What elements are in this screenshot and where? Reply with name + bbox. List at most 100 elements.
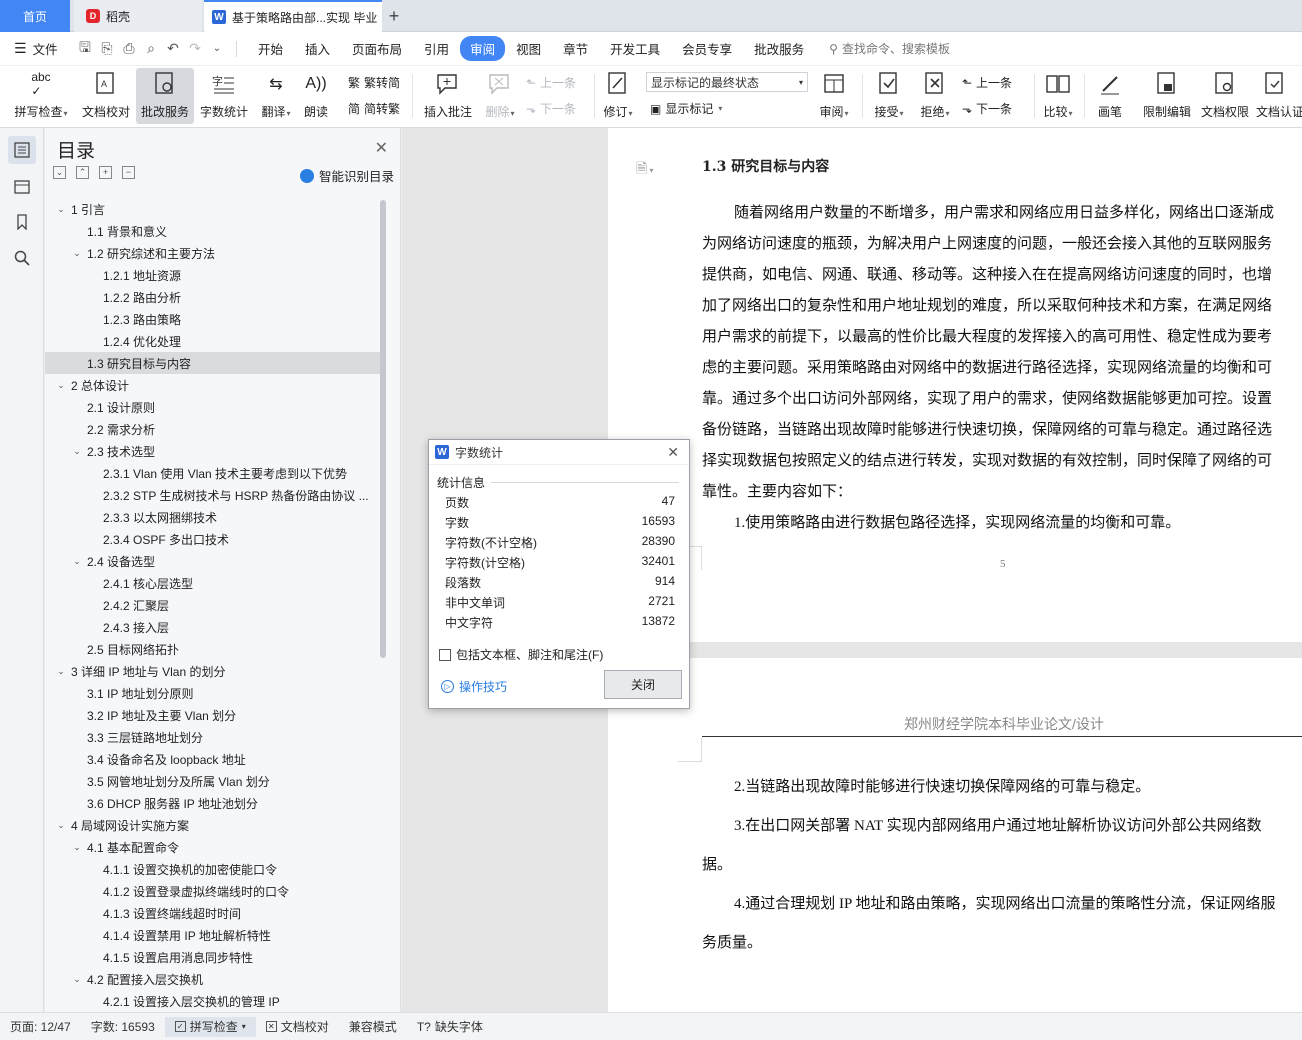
toc-item[interactable]: 1.2.2 路由分析 [45, 286, 381, 308]
command-search[interactable]: ⚲ 查找命令、搜索模板 [829, 40, 950, 57]
menu-section[interactable]: 章节 [552, 39, 599, 58]
restrict-edit-button[interactable]: 限制编辑 [1140, 68, 1194, 124]
menu-revise-service[interactable]: 批改服务 [743, 39, 815, 58]
word-count-indicator[interactable]: 字数: 16593 [81, 1018, 165, 1035]
toc-item[interactable]: 1.3 研究目标与内容 [45, 352, 381, 374]
close-icon[interactable]: ✕ [667, 444, 679, 461]
toc-item[interactable]: 2.3.3 以太网捆绑技术 [45, 506, 381, 528]
outline-panel-icon[interactable] [7, 136, 36, 164]
chevron-down-icon[interactable]: ⌄ [71, 248, 83, 259]
toc-item[interactable]: 3.1 IP 地址划分原则 [45, 682, 381, 704]
collapse-all-icon[interactable]: ⌄ [53, 166, 66, 179]
toc-item[interactable]: 2.4.2 汇聚层 [45, 594, 381, 616]
spell-check-button[interactable]: abc ✓ 拼写检查▾ [8, 68, 74, 124]
menu-view[interactable]: 视图 [505, 39, 552, 58]
export-pdf-icon[interactable]: ⎘ [98, 40, 116, 57]
pen-button[interactable]: 画笔 [1090, 68, 1130, 124]
toc-item[interactable]: 1.2.1 地址资源 [45, 264, 381, 286]
toc-item[interactable]: 1.2.3 路由策略 [45, 308, 381, 330]
proofread-status[interactable]: ✕ 文档校对 [256, 1018, 339, 1035]
delete-comment-button[interactable]: 删除▾ [480, 68, 520, 124]
revise-service-button[interactable]: 批改服务 [136, 68, 194, 124]
tab-home[interactable]: 首页 [0, 0, 70, 32]
print-icon[interactable]: ⎙ [120, 40, 138, 57]
toc-item[interactable]: 2.1 设计原则 [45, 396, 381, 418]
file-menu[interactable]: ☰ 文件 [0, 39, 70, 58]
toc-item[interactable]: 1.2.4 优化处理 [45, 330, 381, 352]
bookmark-icon[interactable] [8, 208, 36, 236]
toc-item[interactable]: 4.1.3 设置终端线超时时间 [45, 902, 381, 924]
paragraph-menu-icon[interactable]: 🗎 ▾ [636, 158, 654, 182]
toc-item[interactable]: ⌄ 2.3 技术选型 [45, 440, 381, 462]
next-change-button[interactable]: ⬎ 下一条 [962, 100, 1012, 117]
toc-item[interactable]: 2.4.3 接入层 [45, 616, 381, 638]
prev-comment-button[interactable]: ⬑ 上一条 [526, 74, 576, 91]
accept-button[interactable]: 接受▾ [868, 68, 910, 124]
word-count-button[interactable]: 字 字数统计 [196, 68, 252, 124]
missing-font-status[interactable]: T? 缺失字体 [407, 1018, 493, 1035]
toc-item[interactable]: 4.1.2 设置登录虚拟终端线时的口令 [45, 880, 381, 902]
smart-toc-button[interactable]: 智能识别目录 [299, 166, 394, 185]
toc-item[interactable]: 3.2 IP 地址及主要 Vlan 划分 [45, 704, 381, 726]
include-textbox-checkbox[interactable]: 包括文本框、脚注和尾注(F) [439, 646, 603, 663]
chevron-down-icon[interactable]: ⌄ [71, 556, 83, 567]
menu-start[interactable]: 开始 [247, 39, 294, 58]
toc-item[interactable]: 4.2.1 设置接入层交换机的管理 IP [45, 990, 381, 1009]
dialog-titlebar[interactable]: W 字数统计 [429, 440, 689, 465]
find-icon[interactable] [8, 244, 36, 272]
next-comment-button[interactable]: ⬎ 下一条 [526, 100, 576, 117]
toc-item[interactable]: 3.4 设备命名及 loopback 地址 [45, 748, 381, 770]
chevron-down-icon[interactable]: ⌄ [55, 820, 67, 831]
toc-item[interactable]: 4.1.5 设置启用消息同步特性 [45, 946, 381, 968]
page-indicator[interactable]: 页面: 12/47 [0, 1018, 81, 1035]
toc-item[interactable]: 2.2 需求分析 [45, 418, 381, 440]
simplified-to-traditional-button[interactable]: 简简转繁 [348, 100, 400, 117]
toc-item[interactable]: ⌄ 2.4 设备选型 [45, 550, 381, 572]
redo-icon[interactable]: ↷ [186, 40, 204, 57]
toc-item[interactable]: 2.3.2 STP 生成树技术与 HSRP 热备份路由协议 ... [45, 484, 381, 506]
toc-item[interactable]: 4.1.4 设置禁用 IP 地址解析特性 [45, 924, 381, 946]
menu-member[interactable]: 会员专享 [671, 39, 743, 58]
print-preview-icon[interactable]: ⌕ [142, 40, 160, 57]
tab-document[interactable]: W 基于策略路由部...实现 毕业论 [204, 0, 382, 32]
menu-page-layout[interactable]: 页面布局 [341, 39, 413, 58]
toc-item[interactable]: ⌄ 4 局域网设计实施方案 [45, 814, 381, 836]
insert-comment-button[interactable]: 插入批注 [420, 68, 476, 124]
proofread-button[interactable]: A 文档校对 [78, 68, 134, 124]
toc-item[interactable]: 4.1.1 设置交换机的加密使能口令 [45, 858, 381, 880]
toc-item[interactable]: 2.4.1 核心层选型 [45, 572, 381, 594]
document-page[interactable]: 郑州财经学院本科毕业论文/设计 2.当链路出现故障时能够进行快速切换保障网络的可… [608, 658, 1302, 1018]
toc-item[interactable]: 2.3.4 OSPF 多出口技术 [45, 528, 381, 550]
toc-item[interactable]: ⌄ 3 详细 IP 地址与 Vlan 的划分 [45, 660, 381, 682]
toc-item[interactable]: 2.3.1 Vlan 使用 Vlan 技术主要考虑到以下优势 [45, 462, 381, 484]
review-pane-button[interactable]: 审阅▾ [814, 68, 854, 124]
chevron-down-icon[interactable]: ⌄ [55, 380, 67, 391]
toc-item[interactable]: ⌄ 4.2 配置接入层交换机 [45, 968, 381, 990]
save-icon[interactable]: 🖫 [76, 37, 94, 61]
translate-button[interactable]: ⇆ 翻译▾ [256, 68, 296, 124]
spell-check-status[interactable]: ✓ 拼写检查 ▾ [164, 1016, 256, 1037]
remove-heading-icon[interactable]: − [122, 166, 135, 179]
toc-item[interactable]: ⌄ 1.2 研究综述和主要方法 [45, 242, 381, 264]
chevron-down-icon[interactable]: ⌄ [55, 204, 67, 215]
prev-change-button[interactable]: ⬑ 上一条 [962, 74, 1012, 91]
doc-permission-button[interactable]: 文档权限 [1198, 68, 1252, 124]
toc-item[interactable]: 3.3 三层链路地址划分 [45, 726, 381, 748]
markup-state-select[interactable]: 显示标记的最终状态 ▾ [646, 72, 808, 92]
doc-auth-button[interactable]: 文档认证 [1256, 68, 1302, 124]
toc-item[interactable]: 1.1 背景和意义 [45, 220, 381, 242]
tab-daoke[interactable]: D 稻壳 [74, 0, 202, 32]
toc-item[interactable]: ⌄ 4.1 基本配置命令 [45, 836, 381, 858]
chapter-nav-icon[interactable] [8, 172, 36, 200]
customize-chevron-icon[interactable]: ⌄ [208, 43, 226, 54]
toc-item[interactable]: ⌄ 1 引言 [45, 198, 381, 220]
document-page[interactable]: 🗎 ▾ 1.3 研究目标与内容 随着网络用户数量的不断增多，用户需求和网络应用日… [608, 128, 1302, 642]
reject-button[interactable]: 拒绝▾ [914, 68, 956, 124]
expand-all-icon[interactable]: ⌃ [76, 166, 89, 179]
toc-item[interactable]: 3.6 DHCP 服务器 IP 地址池划分 [45, 792, 381, 814]
close-icon[interactable]: ✕ [375, 138, 388, 158]
traditional-to-simplified-button[interactable]: 繁繁转简 [348, 74, 400, 91]
toc-item[interactable]: 2.5 目标网络拓扑 [45, 638, 381, 660]
menu-developer[interactable]: 开发工具 [599, 39, 671, 58]
add-heading-icon[interactable]: + [99, 166, 112, 179]
